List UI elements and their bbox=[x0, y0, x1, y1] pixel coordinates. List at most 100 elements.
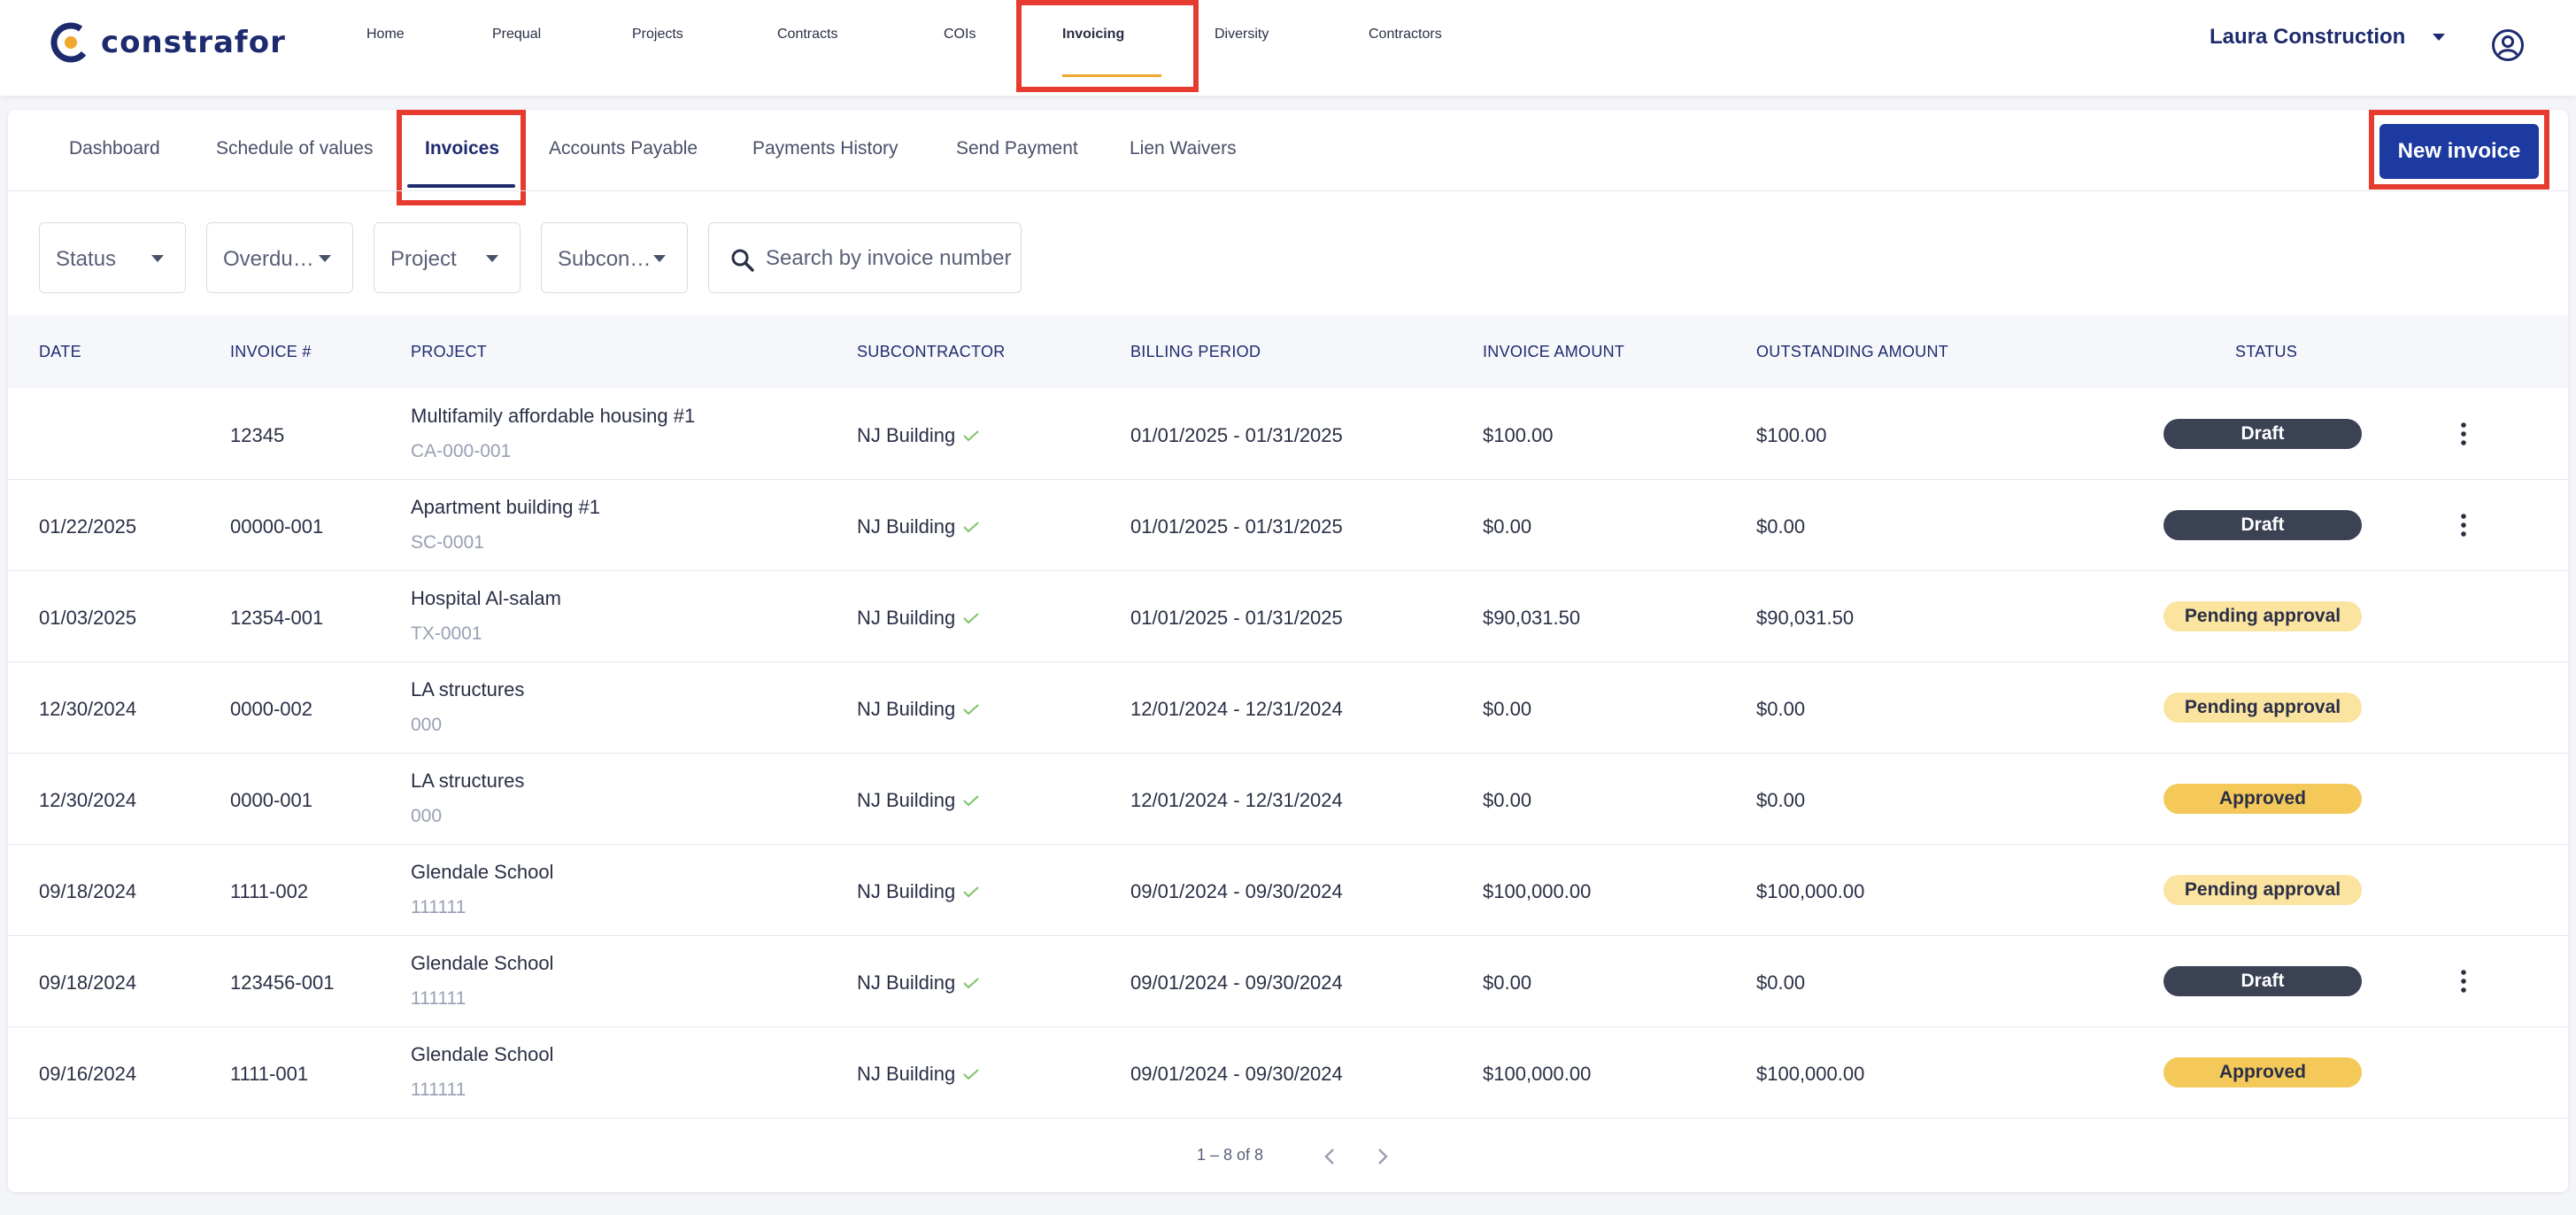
column-header-invoice-amount[interactable]: INVOICE AMOUNT bbox=[1483, 343, 1624, 361]
subcontractor-filter[interactable]: Subcon… bbox=[541, 222, 688, 293]
cell-project-code: 111111 bbox=[411, 897, 467, 917]
cell-project-name: LA structures bbox=[411, 678, 525, 700]
nav-projects[interactable]: Projects bbox=[632, 27, 683, 43]
chevron-down-icon bbox=[319, 255, 331, 262]
check-icon bbox=[963, 430, 979, 442]
column-header-date[interactable]: DATE bbox=[39, 343, 81, 361]
cell-date: 09/18/2024 bbox=[39, 880, 137, 902]
more-vertical-icon[interactable] bbox=[2453, 966, 2474, 996]
subnav-send-payment[interactable]: Send Payment bbox=[956, 138, 1078, 159]
subnav-dashboard[interactable]: Dashboard bbox=[69, 138, 160, 159]
search-box bbox=[708, 222, 1022, 293]
column-header-invoice[interactable]: INVOICE # bbox=[230, 343, 312, 361]
nav-contracts[interactable]: Contracts bbox=[777, 27, 837, 43]
check-icon bbox=[963, 978, 979, 989]
cell-subcontractor: NJ Building bbox=[857, 424, 956, 446]
cell-date: 09/18/2024 bbox=[39, 971, 137, 994]
highlight-new-invoice bbox=[2369, 110, 2549, 190]
cell-subcontractor: NJ Building bbox=[857, 515, 956, 538]
cell-invoice-amount: $0.00 bbox=[1483, 971, 1532, 994]
cell-project-code: 111111 bbox=[411, 1080, 467, 1100]
cell-subcontractor: NJ Building bbox=[857, 698, 956, 720]
cell-billing-period: 09/01/2024 - 09/30/2024 bbox=[1130, 880, 1343, 902]
chevron-down-icon[interactable] bbox=[2433, 34, 2445, 41]
subnav-schedule-of-values[interactable]: Schedule of values bbox=[216, 138, 373, 159]
subnav-lien-waivers[interactable]: Lien Waivers bbox=[1130, 138, 1237, 159]
chevron-down-icon bbox=[151, 255, 164, 262]
table-row[interactable]: 12345 Multifamily affordable housing #1 CA… bbox=[8, 389, 2568, 480]
check-icon bbox=[963, 795, 979, 807]
cell-invoice-amount: $90,031.50 bbox=[1483, 607, 1581, 629]
cell-invoice-amount: $0.00 bbox=[1483, 515, 1532, 538]
cell-project-name: Multifamily affordable housing #1 bbox=[411, 405, 696, 427]
cell-project-code: 000 bbox=[411, 715, 443, 735]
cell-invoice-number: 0000-002 bbox=[230, 698, 312, 720]
status-badge: Approved bbox=[2163, 1057, 2362, 1087]
project-filter[interactable]: Project bbox=[374, 222, 521, 293]
subnav-payments-history[interactable]: Payments History bbox=[752, 138, 899, 159]
user-account-icon[interactable] bbox=[2491, 28, 2525, 62]
cell-subcontractor: NJ Building bbox=[857, 880, 956, 902]
table-row[interactable]: 09/16/2024 1111-001 Glendale School 111111 N… bbox=[8, 1027, 2568, 1118]
top-navbar: constrafor Home Prequal Projects Contrac… bbox=[0, 0, 2576, 96]
column-header-subcontractor[interactable]: SUBCONTRACTOR bbox=[857, 343, 1006, 361]
cell-date: 12/30/2024 bbox=[39, 698, 137, 720]
nav-diversity[interactable]: Diversity bbox=[1215, 27, 1269, 43]
cell-invoice-number: 123456-001 bbox=[230, 971, 335, 994]
cell-billing-period: 01/01/2025 - 01/31/2025 bbox=[1130, 424, 1343, 446]
cell-project-name: Hospital Al-salam bbox=[411, 587, 561, 609]
more-vertical-icon[interactable] bbox=[2453, 510, 2474, 540]
cell-invoice-amount: $0.00 bbox=[1483, 698, 1532, 720]
cell-outstanding-amount: $100.00 bbox=[1756, 424, 1827, 446]
column-header-billing-period[interactable]: BILLING PERIOD bbox=[1130, 343, 1261, 361]
cell-outstanding-amount: $100,000.00 bbox=[1756, 880, 1865, 902]
chevron-right-icon[interactable] bbox=[1369, 1143, 1395, 1170]
check-icon bbox=[963, 704, 979, 716]
column-header-status[interactable]: STATUS bbox=[2235, 343, 2297, 361]
table-header: DATE INVOICE # PROJECT SUBCONTRACTOR BIL… bbox=[8, 315, 2568, 388]
table-row[interactable]: 01/22/2025 00000-001 Apartment building #1… bbox=[8, 480, 2568, 571]
cell-invoice-number: 12345 bbox=[230, 424, 285, 446]
cell-project-code: 000 bbox=[411, 806, 443, 826]
status-badge: Draft bbox=[2163, 510, 2362, 540]
cell-invoice-amount: $100,000.00 bbox=[1483, 880, 1592, 902]
logo[interactable]: constrafor bbox=[50, 18, 286, 67]
cell-invoice-number: 1111-002 bbox=[230, 880, 309, 902]
table-row[interactable]: 12/30/2024 0000-002 LA structures 000 NJ Bui… bbox=[8, 662, 2568, 754]
status-badge: Draft bbox=[2163, 966, 2362, 996]
account-name[interactable]: Laura Construction bbox=[2210, 25, 2405, 50]
cell-project-code: TX-0001 bbox=[411, 623, 482, 644]
status-badge: Pending approval bbox=[2163, 875, 2362, 905]
cell-outstanding-amount: $100,000.00 bbox=[1756, 1063, 1865, 1085]
nav-home[interactable]: Home bbox=[366, 27, 405, 43]
cell-project-name: Glendale School bbox=[411, 861, 554, 883]
nav-cois[interactable]: COIs bbox=[944, 27, 976, 43]
cell-subcontractor: NJ Building bbox=[857, 789, 956, 811]
check-icon bbox=[963, 522, 979, 533]
overdue-filter[interactable]: Overdu… bbox=[206, 222, 353, 293]
divider bbox=[8, 190, 2568, 191]
subnav-accounts-payable[interactable]: Accounts Payable bbox=[549, 138, 698, 159]
more-vertical-icon[interactable] bbox=[2453, 419, 2474, 449]
nav-prequal[interactable]: Prequal bbox=[492, 27, 541, 43]
table-row[interactable]: 01/03/2025 12354-001 Hospital Al-salam TX-0… bbox=[8, 571, 2568, 662]
cell-billing-period: 01/01/2025 - 01/31/2025 bbox=[1130, 515, 1343, 538]
logo-icon bbox=[50, 22, 91, 63]
status-filter[interactable]: Status bbox=[39, 222, 186, 293]
table-row[interactable]: 09/18/2024 123456-001 Glendale School 11111… bbox=[8, 936, 2568, 1027]
nav-contractors[interactable]: Contractors bbox=[1369, 27, 1442, 43]
cell-project-name: LA structures bbox=[411, 770, 525, 792]
cell-outstanding-amount: $0.00 bbox=[1756, 971, 1806, 994]
table-row[interactable]: 12/30/2024 0000-001 LA structures 000 NJ Bui… bbox=[8, 754, 2568, 845]
search-input[interactable] bbox=[766, 243, 1014, 275]
column-header-outstanding-amount[interactable]: OUTSTANDING AMOUNT bbox=[1756, 343, 1948, 361]
cell-billing-period: 12/01/2024 - 12/31/2024 bbox=[1130, 698, 1343, 720]
cell-invoice-amount: $100.00 bbox=[1483, 424, 1554, 446]
cell-outstanding-amount: $0.00 bbox=[1756, 698, 1806, 720]
table-row[interactable]: 09/18/2024 1111-002 Glendale School 111111 N… bbox=[8, 845, 2568, 936]
column-header-project[interactable]: PROJECT bbox=[411, 343, 487, 361]
cell-project-name: Glendale School bbox=[411, 952, 554, 974]
cell-invoice-amount: $0.00 bbox=[1483, 789, 1532, 811]
cell-date: 01/22/2025 bbox=[39, 515, 137, 538]
chevron-left-icon[interactable] bbox=[1317, 1143, 1344, 1170]
